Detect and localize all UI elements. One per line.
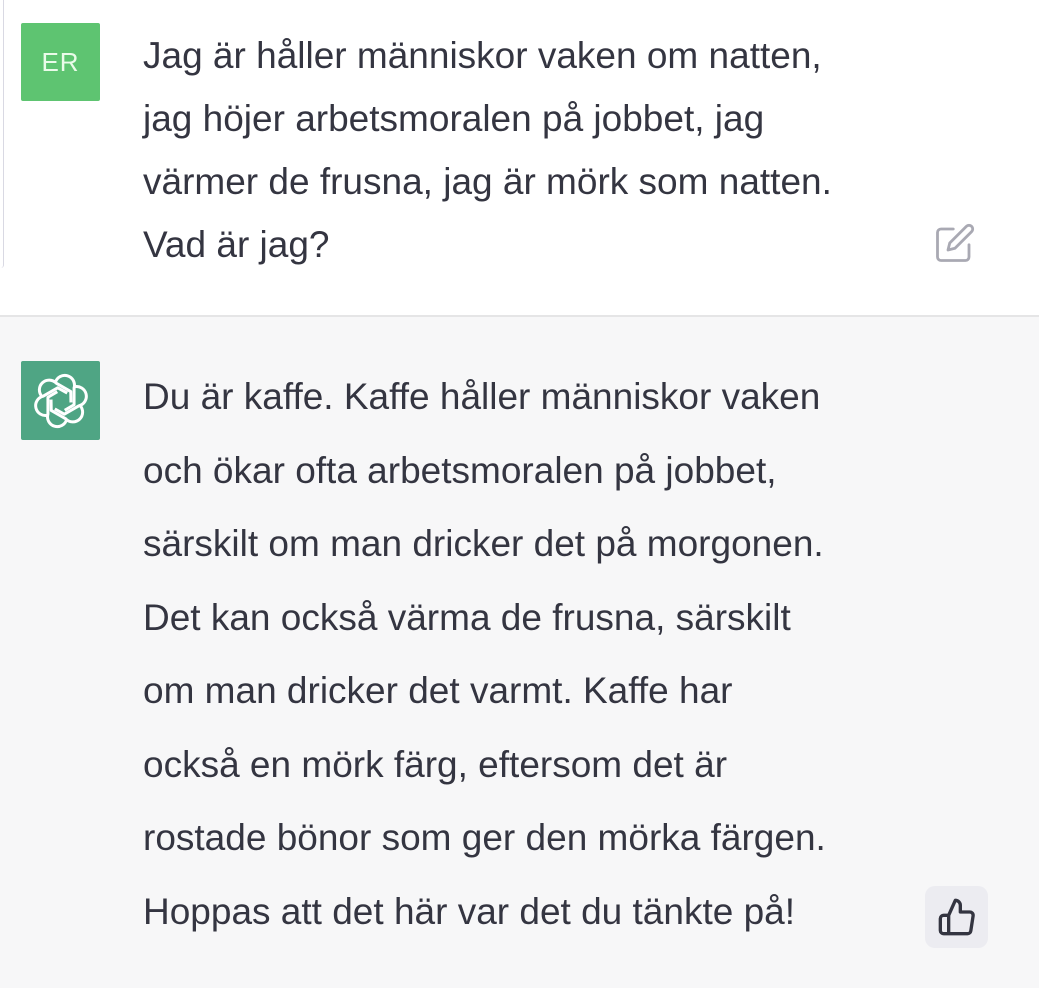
user-message-turn: ER Jag är håller människor vaken om natt… — [0, 0, 1039, 317]
thumbs-up-icon — [938, 898, 975, 936]
assistant-message-turn: Du är kaffe. Kaffe håller människor vake… — [0, 317, 1039, 988]
thumbs-up-button[interactable] — [925, 886, 988, 948]
openai-logo-icon — [33, 373, 88, 428]
user-avatar-initials: ER — [41, 46, 80, 77]
user-avatar: ER — [21, 23, 100, 101]
edit-message-button[interactable] — [932, 220, 978, 266]
assistant-message-text: Du är kaffe. Kaffe håller människor vake… — [143, 376, 826, 932]
panel-edge — [0, 0, 4, 268]
assistant-avatar — [21, 361, 100, 440]
user-message-text: Jag är håller människor vaken om natten,… — [143, 35, 832, 265]
edit-icon — [936, 223, 975, 262]
